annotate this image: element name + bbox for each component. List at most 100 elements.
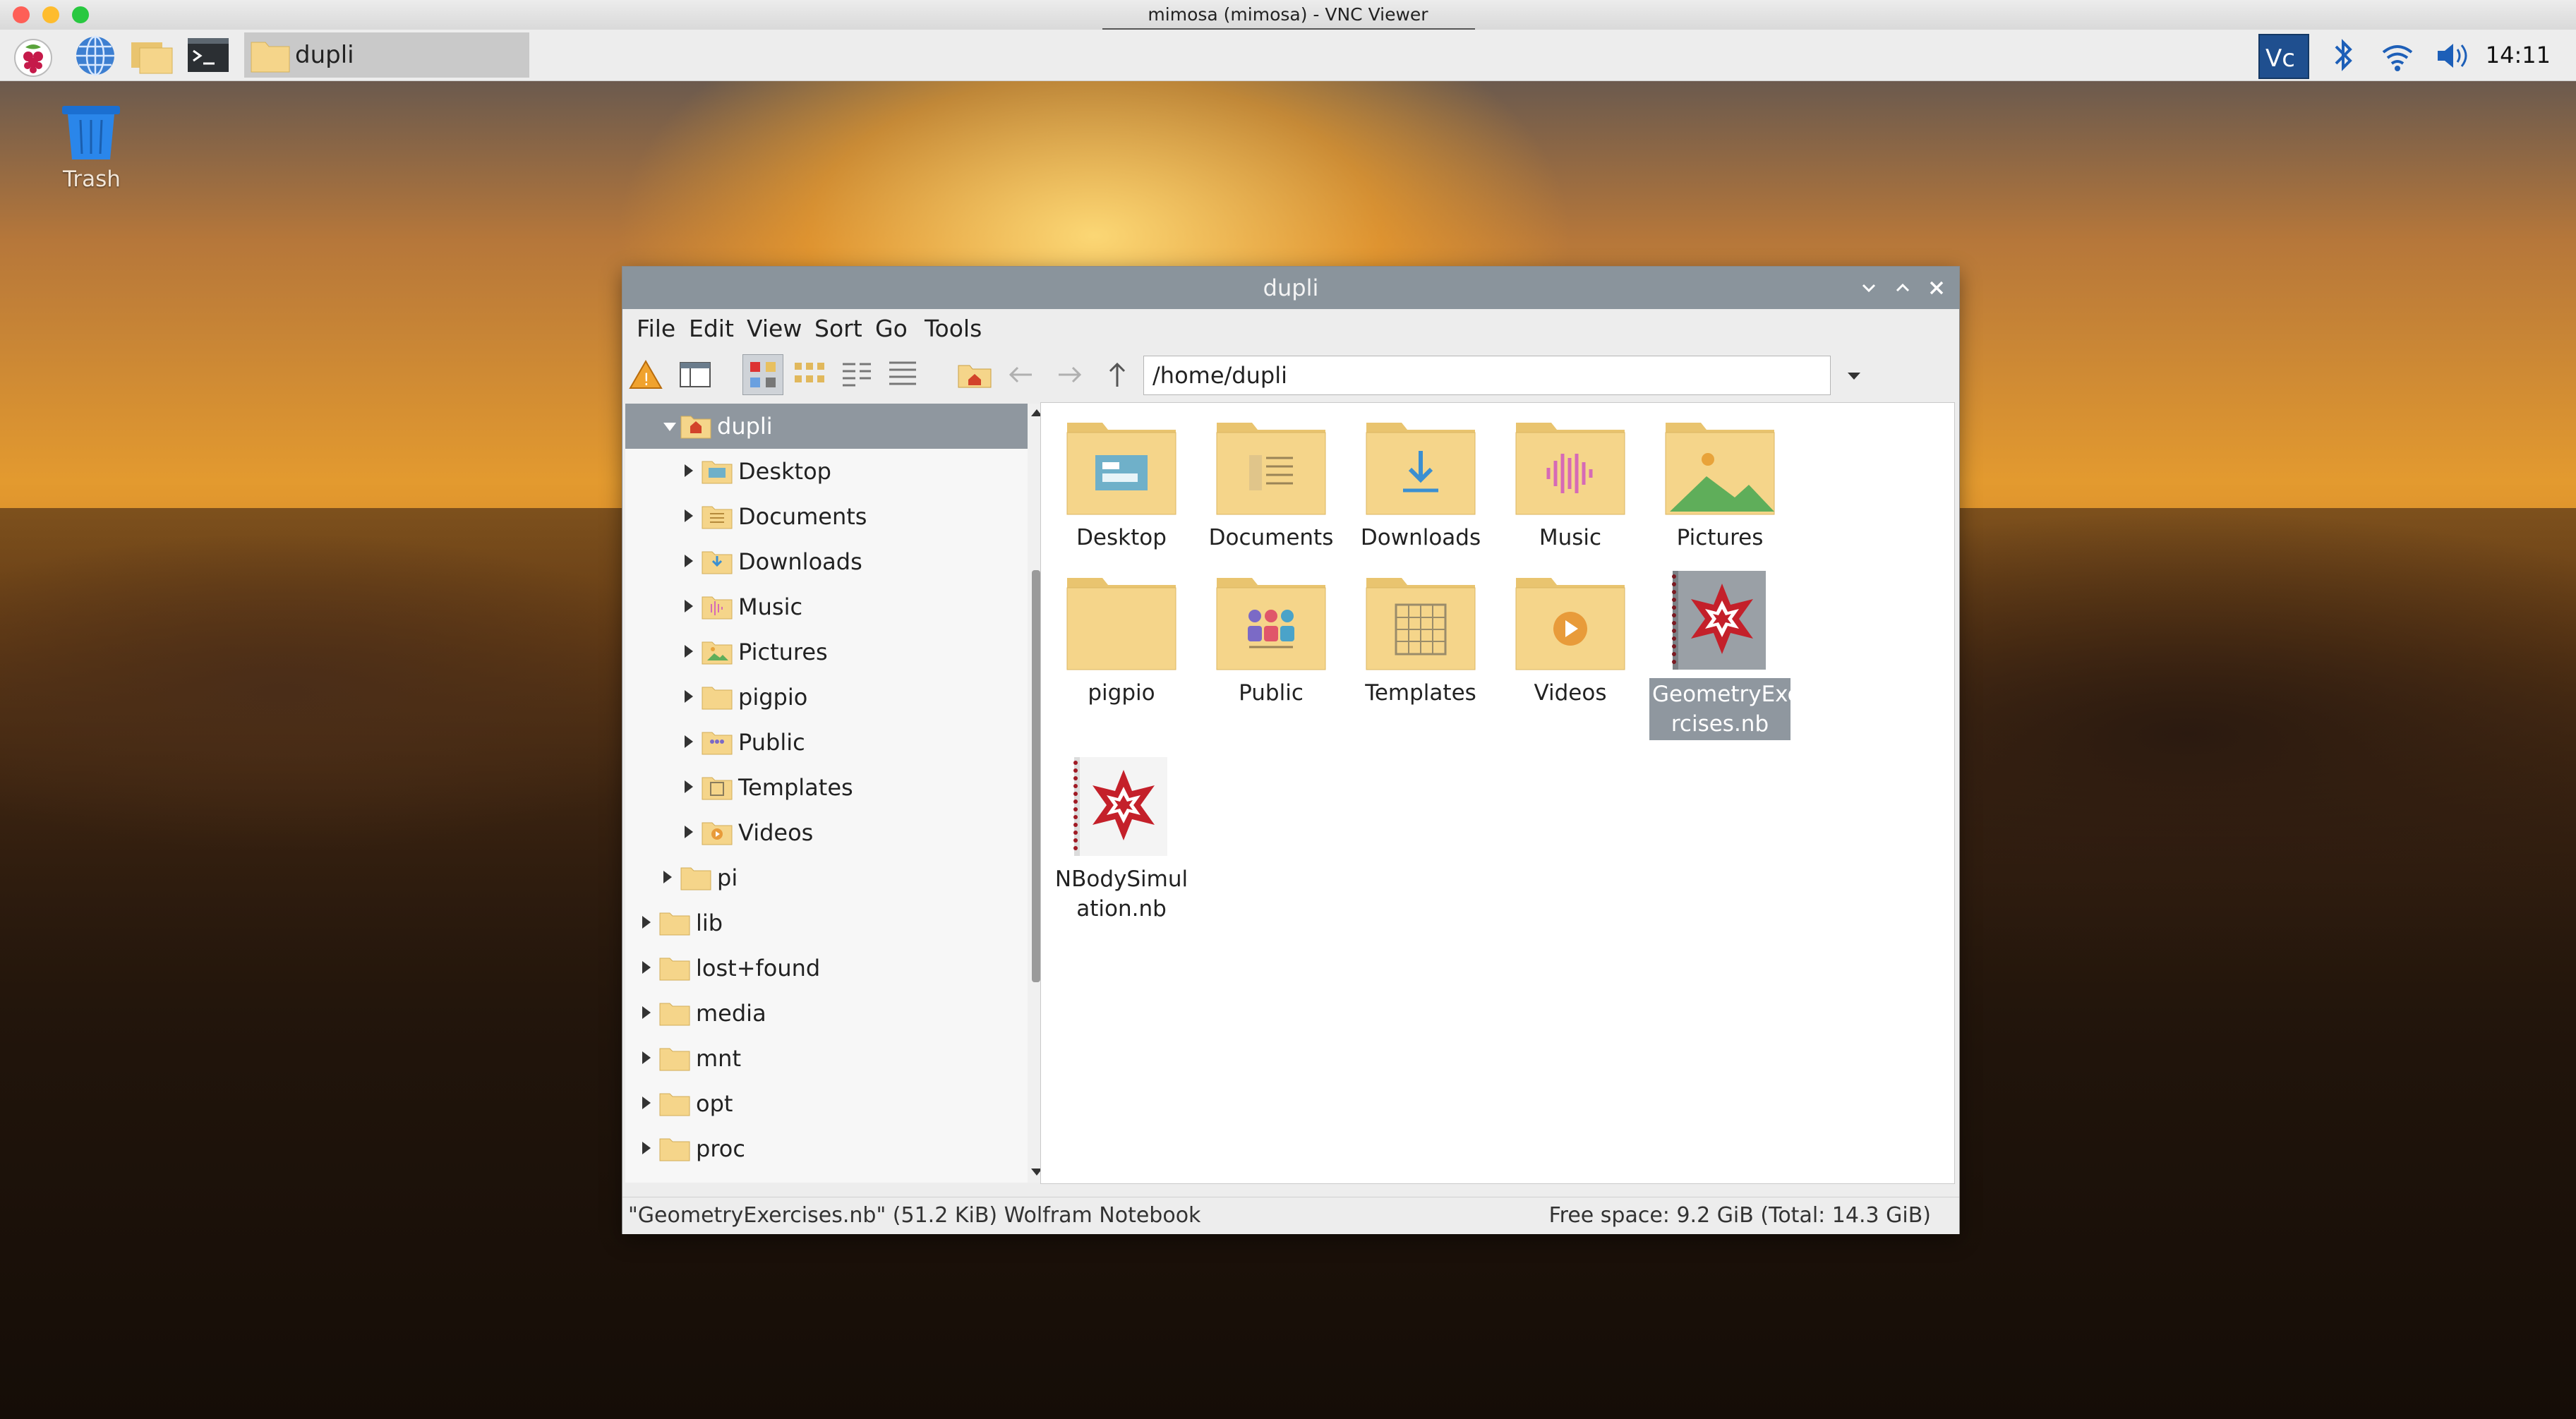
expand-arrow-icon[interactable] [685,600,693,612]
tree-item-templates[interactable]: Templates [625,765,1028,810]
expand-arrow-icon[interactable] [642,1142,651,1154]
collapse-arrow-icon[interactable] [663,423,676,431]
tree-item-dupli[interactable]: dupli [625,404,1028,449]
file-item-music[interactable]: Music [1500,414,1641,569]
taskbar-window-dupli[interactable]: dupli [244,32,529,78]
tree-item-videos[interactable]: Videos [625,810,1028,855]
file-manager-window: dupli File Edit View Sort Go Tools ! /ho… [622,267,1959,1234]
menu-go[interactable]: Go [875,309,908,349]
folder-folder-icon [680,865,711,890]
expand-arrow-icon[interactable] [663,871,672,883]
expand-arrow-icon[interactable] [685,826,693,838]
expand-arrow-icon[interactable] [685,509,693,522]
folder-folder-icon [659,955,690,981]
menu-tools[interactable]: Tools [925,309,982,349]
tree-item-pigpio[interactable]: pigpio [625,675,1028,720]
expand-arrow-icon[interactable] [685,645,693,658]
home-icon[interactable] [954,354,995,395]
tree-item-lost-found[interactable]: lost+found [625,946,1028,991]
tree-item-public[interactable]: Public [625,720,1028,765]
tree-item-pi[interactable]: pi [625,855,1028,900]
terminal-icon[interactable] [185,30,231,80]
directory-tree: dupli Desktop Documents Downloads Music Pictu… [625,404,1028,1183]
file-manager-titlebar[interactable]: dupli [622,267,1959,309]
menu-file[interactable]: File [637,309,675,349]
file-manager-icon[interactable] [128,30,175,80]
icon-view-icon[interactable] [742,354,783,395]
web-browser-icon[interactable] [72,30,119,80]
back-arrow-icon[interactable] [1001,354,1042,395]
expand-arrow-icon[interactable] [685,780,693,793]
file-item-videos[interactable]: Videos [1500,569,1641,725]
path-input[interactable]: /home/dupli [1143,356,1831,395]
status-bar: "GeometryExercises.nb" (51.2 KiB) Wolfra… [622,1197,1959,1234]
file-item-pigpio[interactable]: pigpio [1051,569,1192,725]
vnc-icon[interactable]: Vc [2258,34,2309,79]
expand-arrow-icon[interactable] [642,1097,651,1109]
tree-item-proc[interactable]: proc [625,1126,1028,1171]
file-item-nbody-simulation-nb[interactable]: NBodySimul ation.nb [1051,756,1192,922]
taskbar: dupli Vc 14:11 [0,30,2576,81]
expand-arrow-icon[interactable] [642,916,651,929]
sidebar-toggle-icon[interactable] [675,354,716,395]
tree-item-lib[interactable]: lib [625,900,1028,946]
menubar: File Edit View Sort Go Tools [622,309,1959,349]
detailed-list-view-icon[interactable] [882,354,923,395]
folder-icon [1066,578,1176,670]
tree-item-desktop[interactable]: Desktop [625,449,1028,494]
expand-arrow-icon[interactable] [642,961,651,974]
tree-item-mnt[interactable]: mnt [625,1036,1028,1081]
menu-sort[interactable]: Sort [814,309,862,349]
forward-arrow-icon[interactable] [1049,354,1090,395]
expand-arrow-icon[interactable] [685,690,693,703]
tree-scrollbar-thumb[interactable] [1032,570,1040,982]
expand-arrow-icon[interactable] [685,555,693,567]
menu-view[interactable]: View [747,309,802,349]
file-item-geometry-exercises-nb[interactable]: GeometryExe rcises.nb [1649,569,1801,740]
volume-icon[interactable] [2433,37,2473,75]
zoom-window-button[interactable] [72,6,89,23]
expand-arrow-icon[interactable] [642,1006,651,1019]
compact-view-icon[interactable] [836,354,877,395]
menu-edit[interactable]: Edit [689,309,734,349]
tree-item-label: dupli [717,413,773,440]
expand-arrow-icon[interactable] [642,1051,651,1064]
maximize-icon[interactable] [1891,277,1914,299]
tree-item-opt[interactable]: opt [625,1081,1028,1126]
folder-folder-icon [659,1136,690,1161]
file-item-name: Pictures [1676,525,1764,550]
expand-arrow-icon[interactable] [685,464,693,477]
file-item-downloads[interactable]: Downloads [1350,414,1491,569]
path-history-dropdown[interactable] [1836,356,1872,395]
public-folder-icon [1216,578,1326,670]
clock[interactable]: 14:11 [2486,30,2551,80]
tree-item-music[interactable]: Music [625,584,1028,629]
raspberry-menu-icon[interactable] [10,30,56,80]
file-item-templates[interactable]: Templates [1350,569,1491,725]
wifi-icon[interactable] [2380,37,2415,75]
tree-item-pictures[interactable]: Pictures [625,629,1028,675]
trash-icon[interactable] [59,103,123,162]
tree-item-label: opt [696,1090,733,1117]
minimize-window-button[interactable] [42,6,59,23]
bluetooth-icon[interactable] [2329,37,2357,75]
close-window-button[interactable] [13,6,30,23]
thumbnail-view-icon[interactable] [789,354,830,395]
file-item-public[interactable]: Public [1200,569,1342,725]
up-arrow-icon[interactable] [1097,354,1138,395]
expand-arrow-icon[interactable] [685,735,693,748]
file-name-line: rcises.nb [1671,711,1769,737]
warning-icon[interactable]: ! [625,354,666,395]
file-item-desktop[interactable]: Desktop [1051,414,1192,569]
file-icon-view: Desktop Documents Downloads Music Pictures pi… [1040,402,1955,1184]
file-item-name: Videos [1534,680,1607,706]
tree-item-media[interactable]: media [625,991,1028,1036]
status-selection-info: "GeometryExercises.nb" (51.2 KiB) Wolfra… [628,1203,1201,1228]
minimize-icon[interactable] [1858,277,1880,299]
tree-item-downloads[interactable]: Downloads [625,539,1028,584]
videos-folder-icon [1515,578,1625,670]
file-item-documents[interactable]: Documents [1200,414,1342,569]
close-icon[interactable] [1925,277,1948,299]
file-item-pictures[interactable]: Pictures [1649,414,1790,569]
tree-item-documents[interactable]: Documents [625,494,1028,539]
